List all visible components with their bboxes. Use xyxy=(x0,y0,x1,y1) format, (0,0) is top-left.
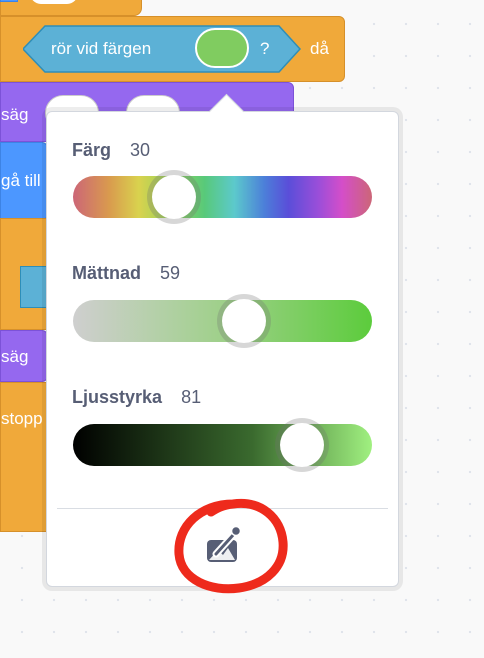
question-mark: ? xyxy=(260,39,270,58)
stop-block[interactable]: stopp xyxy=(0,382,48,532)
say-block-2[interactable]: säg xyxy=(0,330,48,382)
hue-slider[interactable] xyxy=(73,176,372,218)
saturation-slider-handle[interactable] xyxy=(217,294,271,348)
if-touching-color-block[interactable]: rör vid färgen ? då xyxy=(0,16,345,82)
brightness-value: 81 xyxy=(181,387,202,407)
then-label: då xyxy=(310,39,329,58)
goto-label: gå till xyxy=(1,171,41,190)
saturation-label-row: Mättnad 59 xyxy=(72,263,180,284)
brightness-slider-handle[interactable] xyxy=(275,418,329,472)
saturation-label: Mättnad xyxy=(72,263,141,283)
saturation-value: 59 xyxy=(160,263,181,283)
motion-block-top[interactable] xyxy=(0,0,18,2)
touching-color-label: rör vid färgen xyxy=(51,39,152,58)
color-swatch[interactable] xyxy=(195,28,249,68)
color-picker-popover: Färg 30 Mättnad 59 Ljusstyrka 81 xyxy=(46,93,399,594)
hue-slider-handle[interactable] xyxy=(147,170,201,224)
hue-label: Färg xyxy=(72,140,112,160)
say-label-1: säg xyxy=(1,105,29,124)
goto-block[interactable]: gå till xyxy=(0,142,48,220)
brightness-label-row: Ljusstyrka 81 xyxy=(72,387,201,408)
brightness-label: Ljusstyrka xyxy=(72,387,163,407)
hue-value: 30 xyxy=(130,140,151,160)
eyedropper-icon[interactable] xyxy=(204,524,242,564)
say-label-2: säg xyxy=(1,347,29,366)
stop-label: stopp xyxy=(1,409,43,428)
hue-label-row: Färg 30 xyxy=(72,140,150,161)
